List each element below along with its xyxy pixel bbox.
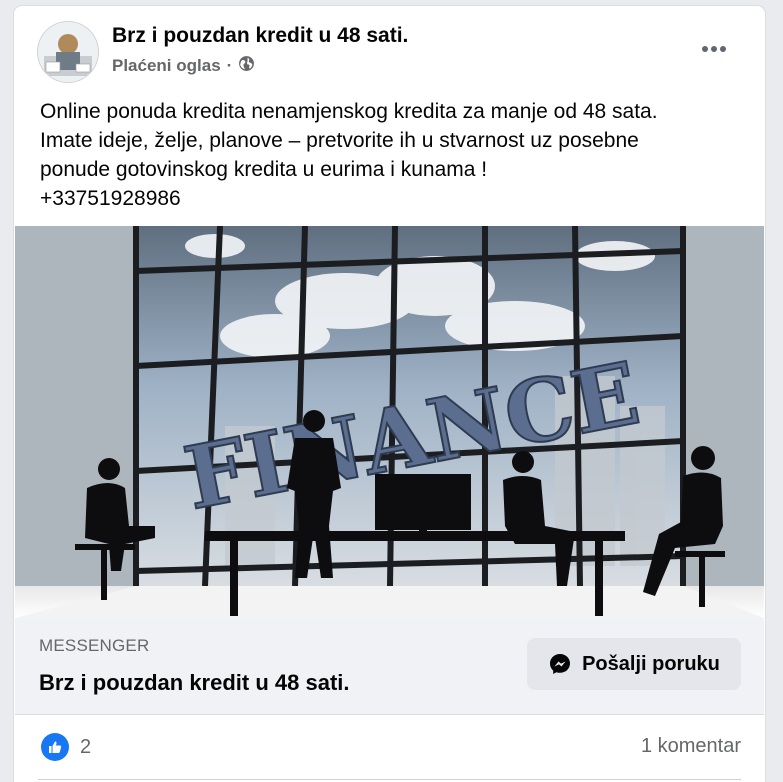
page-name[interactable]: Brz i pouzdan kredit u 48 sati. xyxy=(112,24,408,48)
post-meta: Plaćeni oglas · xyxy=(112,55,255,77)
post-text: Online ponuda kredita nenamjenskog kredi… xyxy=(40,97,740,213)
post-phone-number: +33751928986 xyxy=(40,187,181,210)
finance-meeting-illustration: FINANCE xyxy=(15,226,764,618)
meta-separator: · xyxy=(226,56,233,75)
ad-post-card: Brz i pouzdan kredit u 48 sati. Plaćeni … xyxy=(14,6,765,782)
post-text-line: Imate ideje, želje, planove – pretvorite… xyxy=(40,129,639,152)
cta-bar[interactable]: MESSENGER Brz i pouzdan kredit u 48 sati… xyxy=(15,618,764,715)
avatar-image xyxy=(38,22,98,82)
engagement-bar: 2 1 komentar xyxy=(14,715,765,782)
ad-image[interactable]: FINANCE xyxy=(15,226,764,618)
send-message-button[interactable]: Pošalji poruku xyxy=(527,638,741,690)
footer-divider xyxy=(38,779,741,780)
cta-headline[interactable]: Brz i pouzdan kredit u 48 sati. xyxy=(39,670,350,696)
post-text-line: Online ponuda kredita nenamjenskog kredi… xyxy=(40,100,658,123)
cta-source-label: MESSENGER xyxy=(39,636,150,655)
globe-icon xyxy=(238,55,255,77)
post-text-line: ponude gotovinskog kredita u eurima i ku… xyxy=(40,158,488,181)
page-avatar[interactable] xyxy=(38,22,98,82)
more-options-button[interactable] xyxy=(694,32,734,66)
send-message-label: Pošalji poruku xyxy=(582,652,720,675)
post-header: Brz i pouzdan kredit u 48 sati. Plaćeni … xyxy=(14,6,765,90)
comment-count[interactable]: 1 komentar xyxy=(641,735,741,758)
like-count[interactable]: 2 xyxy=(80,736,91,759)
more-horizontal-icon xyxy=(702,46,726,52)
sponsored-label[interactable]: Plaćeni oglas xyxy=(112,56,221,76)
messenger-icon xyxy=(550,654,571,674)
thumbs-up-icon[interactable] xyxy=(41,733,69,761)
